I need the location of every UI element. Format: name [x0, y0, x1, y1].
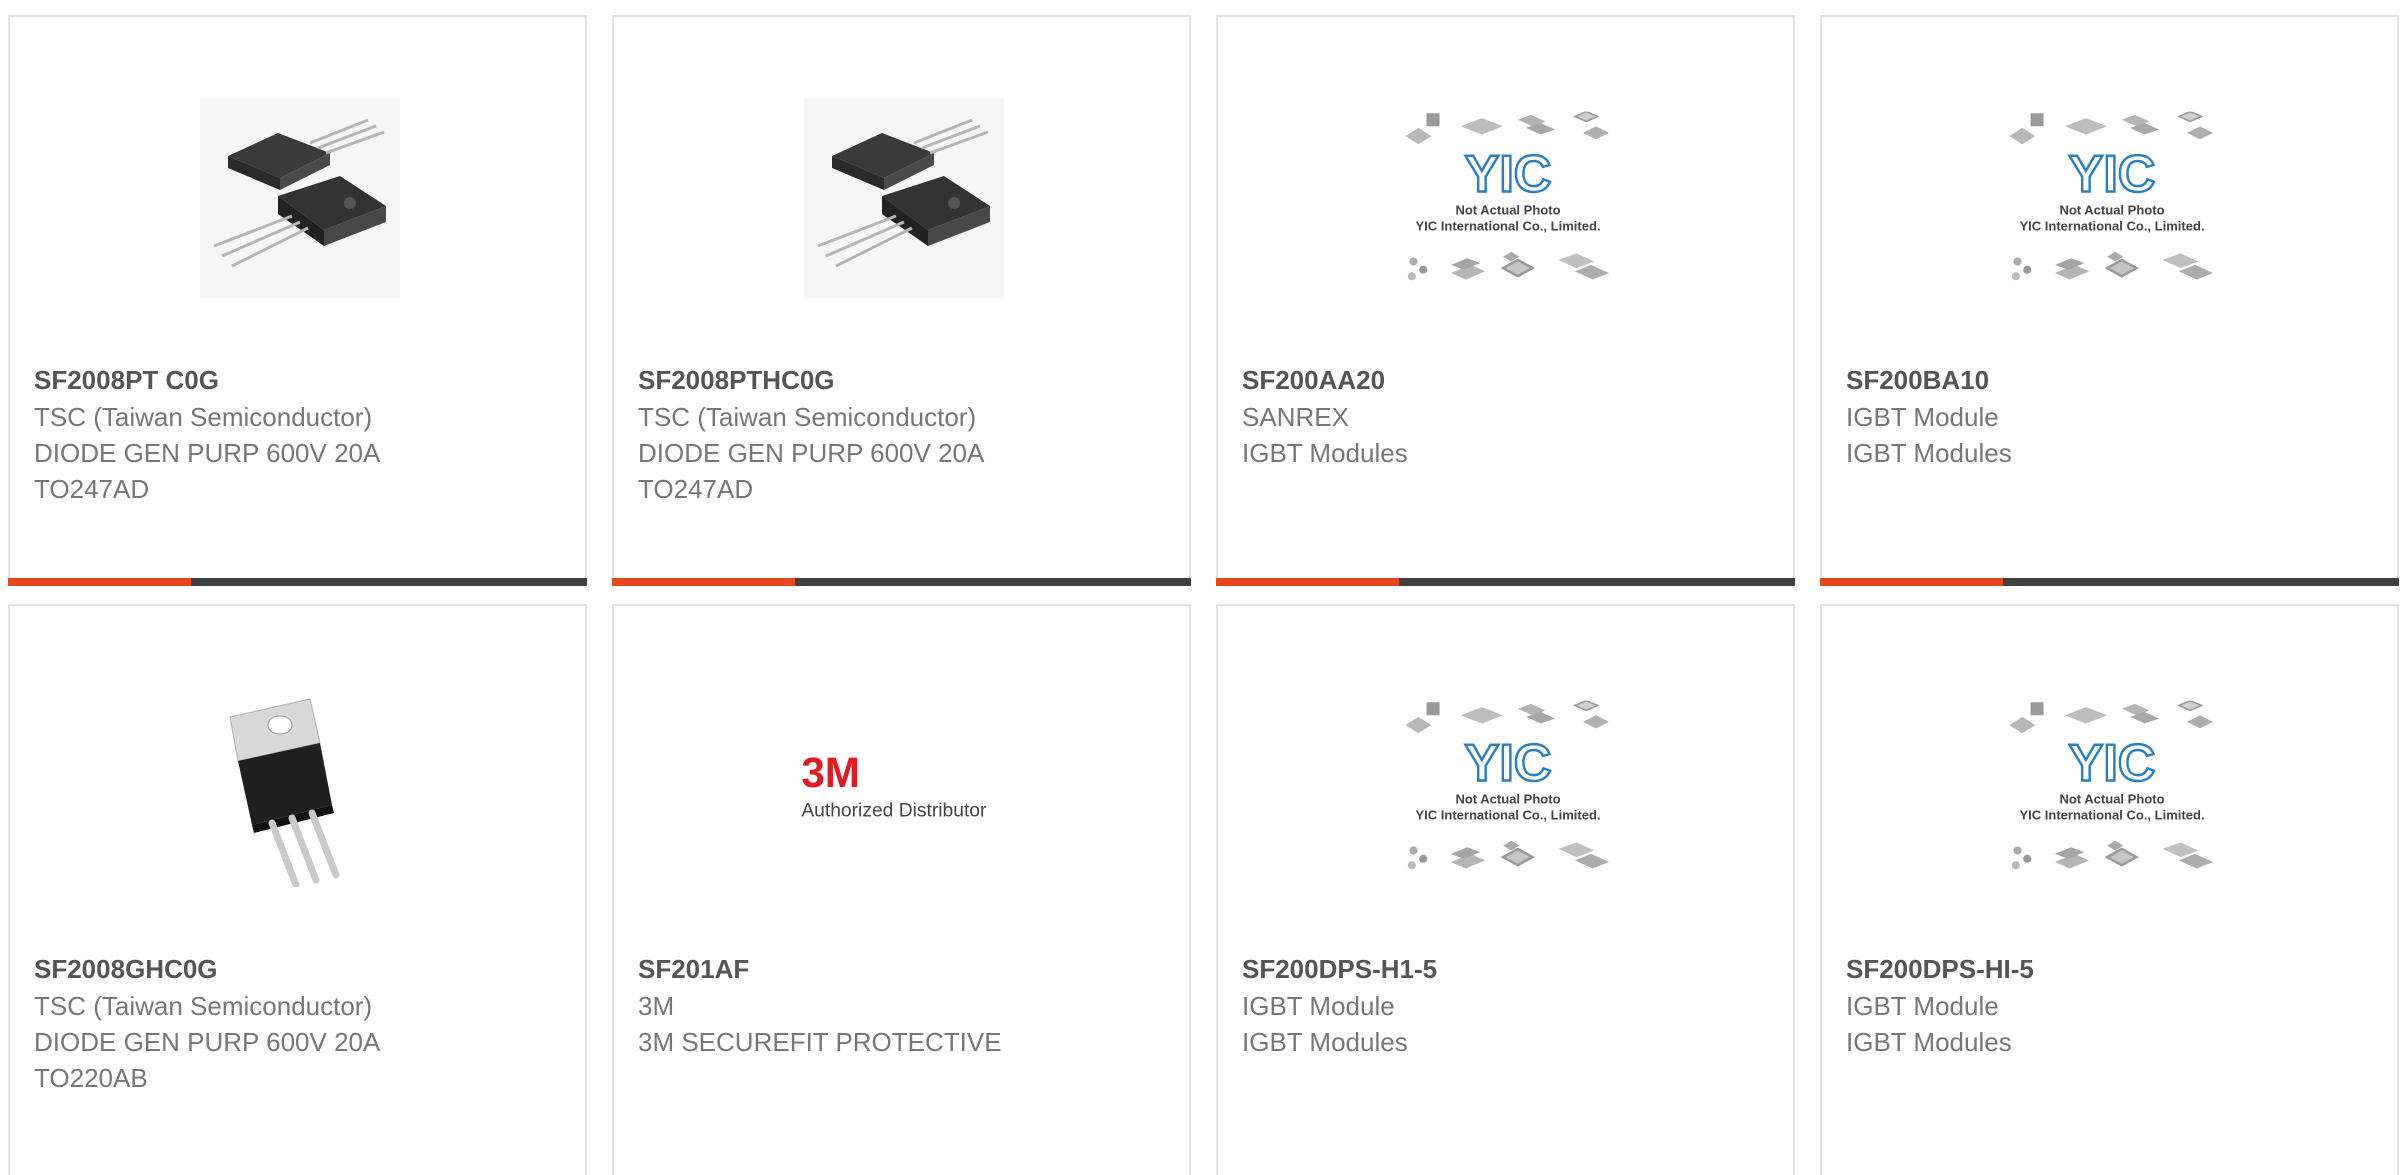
product-image[interactable]: [794, 83, 1014, 313]
product-info: SF200DPS-HI-5 IGBT Module IGBT Modules: [1846, 950, 2377, 1060]
part-number-link[interactable]: SF200BA10: [1846, 361, 2377, 399]
manufacturer: IGBT Module: [1846, 402, 1999, 432]
product-card[interactable]: YIC Not Actual Photo YIC International C…: [1216, 604, 1795, 1175]
product-info: SF200BA10 IGBT Module IGBT Modules: [1846, 361, 2377, 471]
package: TO247AD: [638, 474, 754, 504]
placeholder-line-2: YIC International Co., Limited.: [1415, 808, 1600, 823]
manufacturer: 3M: [638, 991, 675, 1021]
authorized-distributor-caption: Authorized Distributor: [801, 800, 987, 821]
card-footer-bar: [1216, 578, 1795, 586]
yic-placeholder-image: YIC Not Actual Photo YIC International C…: [2008, 700, 2215, 871]
card-footer-bar: [1820, 578, 2399, 586]
product-card[interactable]: SF2008PT C0G TSC (Taiwan Semiconductor) …: [8, 15, 587, 586]
part-number-link[interactable]: SF2008PTHC0G: [638, 361, 1169, 399]
product-card[interactable]: 3M Authorized Distributor SF201AF 3M 3M …: [612, 604, 1191, 1175]
product-image[interactable]: YIC Not Actual Photo YIC International C…: [1398, 83, 1618, 313]
yic-placeholder-image: YIC Not Actual Photo YIC International C…: [1404, 111, 1611, 282]
product-info: SF200DPS-H1-5 IGBT Module IGBT Modules: [1242, 950, 1773, 1060]
description: IGBT Modules: [1846, 1027, 2012, 1057]
description: DIODE GEN PURP 600V 20A: [34, 1027, 381, 1057]
description: IGBT Modules: [1846, 438, 2012, 468]
part-number-link[interactable]: SF200AA20: [1242, 361, 1773, 399]
product-info: SF2008PTHC0G TSC (Taiwan Semiconductor) …: [638, 361, 1169, 507]
product-card[interactable]: SF2008PTHC0G TSC (Taiwan Semiconductor) …: [612, 15, 1191, 586]
manufacturer: SANREX: [1242, 402, 1349, 432]
yic-placeholder-image: YIC Not Actual Photo YIC International C…: [2008, 111, 2215, 282]
product-info: SF200AA20 SANREX IGBT Modules: [1242, 361, 1773, 471]
3m-logo-image: 3M Authorized Distributor: [794, 732, 1014, 842]
placeholder-line-1: Not Actual Photo: [1455, 202, 1560, 217]
to220-diode-image: [200, 687, 400, 887]
placeholder-line-1: Not Actual Photo: [2059, 791, 2164, 806]
manufacturer: TSC (Taiwan Semiconductor): [638, 402, 977, 432]
product-image[interactable]: YIC Not Actual Photo YIC International C…: [2002, 672, 2222, 902]
product-image[interactable]: 3M Authorized Distributor: [794, 672, 1014, 902]
yic-placeholder-image: YIC Not Actual Photo YIC International C…: [1404, 700, 1611, 871]
product-card[interactable]: YIC Not Actual Photo YIC International C…: [1216, 15, 1795, 586]
manufacturer: IGBT Module: [1242, 991, 1395, 1021]
product-image[interactable]: YIC Not Actual Photo YIC International C…: [2002, 83, 2222, 313]
manufacturer: IGBT Module: [1846, 991, 1999, 1021]
card-footer-bar: [612, 578, 1191, 586]
placeholder-line-1: Not Actual Photo: [2059, 202, 2164, 217]
to247-diode-image: [200, 98, 400, 298]
yic-logo: YIC: [1465, 734, 1552, 792]
placeholder-line-2: YIC International Co., Limited.: [2019, 219, 2204, 234]
yic-logo: YIC: [2069, 145, 2156, 203]
part-number-link[interactable]: SF200DPS-HI-5: [1846, 950, 2377, 988]
card-footer-bar: [8, 578, 587, 586]
part-number-link[interactable]: SF2008GHC0G: [34, 950, 565, 988]
description: IGBT Modules: [1242, 1027, 1408, 1057]
product-image[interactable]: YIC Not Actual Photo YIC International C…: [1398, 672, 1618, 902]
to247-diode-image: [804, 98, 1004, 298]
product-card[interactable]: SF2008GHC0G TSC (Taiwan Semiconductor) D…: [8, 604, 587, 1175]
manufacturer: TSC (Taiwan Semiconductor): [34, 991, 373, 1021]
description: 3M SECUREFIT PROTECTIVE: [638, 1027, 1002, 1057]
product-card[interactable]: YIC Not Actual Photo YIC International C…: [1820, 604, 2399, 1175]
yic-logo: YIC: [1465, 145, 1552, 203]
placeholder-line-2: YIC International Co., Limited.: [1415, 219, 1600, 234]
3m-logo: 3M: [801, 749, 860, 796]
product-card[interactable]: YIC Not Actual Photo YIC International C…: [1820, 15, 2399, 586]
product-grid: SF2008PT C0G TSC (Taiwan Semiconductor) …: [8, 15, 2399, 1175]
package: TO247AD: [34, 474, 150, 504]
yic-logo: YIC: [2069, 734, 2156, 792]
description: DIODE GEN PURP 600V 20A: [638, 438, 985, 468]
product-image[interactable]: [190, 672, 410, 902]
package: TO220AB: [34, 1063, 148, 1093]
description: DIODE GEN PURP 600V 20A: [34, 438, 381, 468]
description: IGBT Modules: [1242, 438, 1408, 468]
part-number-link[interactable]: SF200DPS-H1-5: [1242, 950, 1773, 988]
manufacturer: TSC (Taiwan Semiconductor): [34, 402, 373, 432]
product-info: SF2008PT C0G TSC (Taiwan Semiconductor) …: [34, 361, 565, 507]
part-number-link[interactable]: SF2008PT C0G: [34, 361, 565, 399]
product-info: SF201AF 3M 3M SECUREFIT PROTECTIVE: [638, 950, 1169, 1060]
part-number-link[interactable]: SF201AF: [638, 950, 1169, 988]
placeholder-line-1: Not Actual Photo: [1455, 791, 1560, 806]
product-info: SF2008GHC0G TSC (Taiwan Semiconductor) D…: [34, 950, 565, 1096]
product-image[interactable]: [190, 83, 410, 313]
placeholder-line-2: YIC International Co., Limited.: [2019, 808, 2204, 823]
